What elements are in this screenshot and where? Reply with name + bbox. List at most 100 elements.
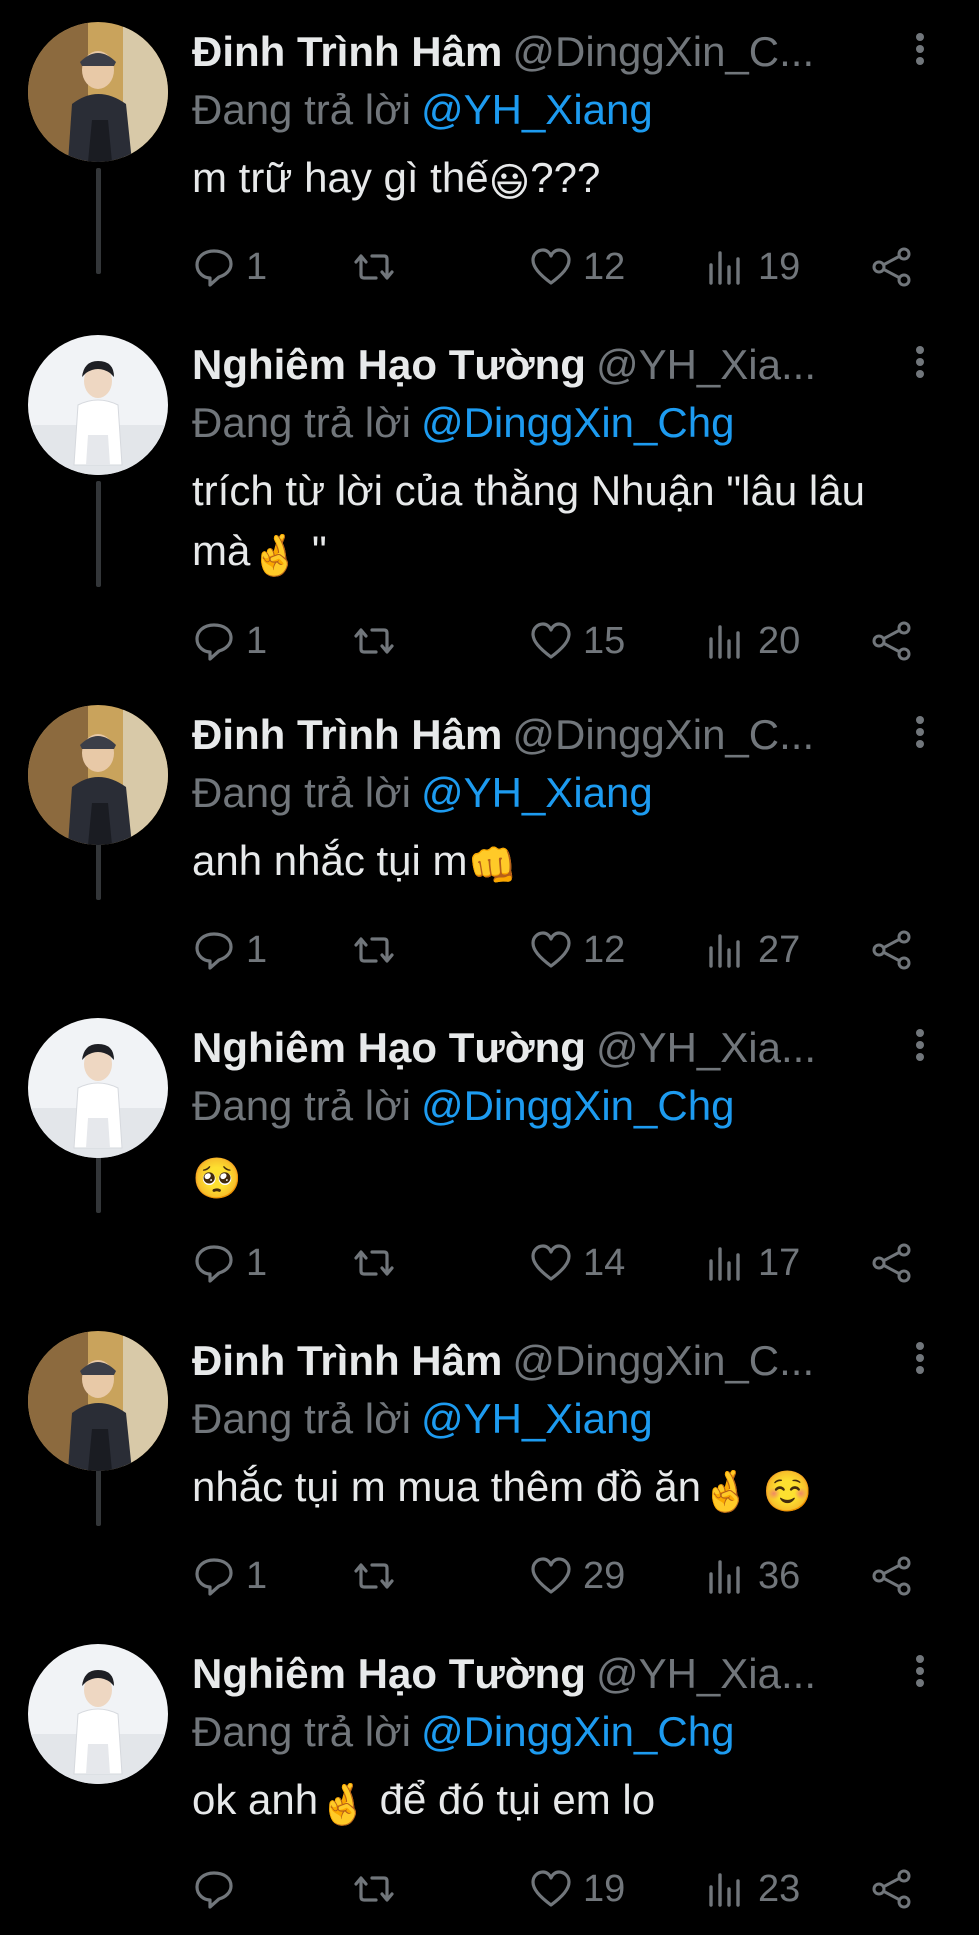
retweet-button[interactable] — [352, 1238, 406, 1288]
user-handle[interactable]: @DinggXin_C... — [512, 1337, 814, 1384]
share-button[interactable] — [870, 1238, 914, 1288]
avatar[interactable] — [28, 1018, 168, 1158]
user-handle[interactable]: @DinggXin_C... — [512, 711, 814, 758]
replying-to-handle[interactable]: @DinggXin_Chg — [421, 1082, 734, 1129]
replying-to-handle[interactable]: @DinggXin_Chg — [421, 1708, 734, 1755]
tweet[interactable]: Nghiêm Hạo Tường @YH_Xia... Đang trả lời @… — [0, 313, 979, 662]
views-button[interactable]: 23 — [704, 1864, 800, 1914]
retweet-button[interactable] — [352, 616, 406, 666]
like-button[interactable]: 29 — [529, 1551, 625, 1601]
retweet-icon — [354, 628, 394, 654]
tweet-text: trích từ lời của thằng Nhuận "lâu lâu mà… — [192, 461, 932, 581]
views-button[interactable]: 27 — [704, 925, 800, 975]
display-name[interactable]: Nghiêm Hạo Tường — [192, 341, 586, 388]
views-count: 36 — [758, 1554, 801, 1597]
pleading-face-emoji: 🥺 — [192, 1156, 242, 1202]
tweet[interactable]: Đinh Trình Hâm @DinggXin_C... Đang trả lờ… — [0, 0, 979, 313]
retweet-button[interactable] — [352, 242, 406, 292]
share-button[interactable] — [870, 925, 914, 975]
retweet-icon — [354, 1563, 394, 1589]
reply-button[interactable]: 1 — [192, 1551, 267, 1601]
user-handle[interactable]: @DinggXin_C... — [512, 28, 814, 75]
more-options-icon[interactable] — [905, 1339, 935, 1383]
heart-icon — [531, 248, 571, 285]
reply-button[interactable]: 1 — [192, 1238, 267, 1288]
retweet-button[interactable] — [352, 1864, 406, 1914]
tweet-actions: 19 23 — [192, 1864, 932, 1914]
avatar[interactable] — [28, 1644, 168, 1784]
heart-icon — [531, 1244, 571, 1281]
views-button[interactable]: 20 — [704, 616, 800, 666]
replying-to-label: Đang trả lời — [192, 1708, 411, 1755]
share-button[interactable] — [870, 1864, 914, 1914]
reply-button[interactable]: 1 — [192, 242, 267, 292]
share-button[interactable] — [870, 242, 914, 292]
tweet[interactable]: Nghiêm Hạo Tường @YH_Xia... Đang trả lời @… — [0, 1622, 979, 1935]
display-name[interactable]: Đinh Trình Hâm — [192, 28, 502, 75]
share-icon — [872, 621, 911, 661]
like-button[interactable]: 15 — [529, 616, 625, 666]
replying-to-handle[interactable]: @YH_Xiang — [421, 86, 653, 133]
replying-to-label: Đang trả lời — [192, 399, 411, 446]
reply-button[interactable] — [192, 1864, 246, 1914]
reply-thread: Đinh Trình Hâm @DinggXin_C... Đang trả lờ… — [0, 0, 979, 1920]
tweet[interactable]: Nghiêm Hạo Tường @YH_Xia... Đang trả lời @… — [0, 996, 979, 1309]
share-button[interactable] — [870, 1551, 914, 1601]
reply-button[interactable]: 1 — [192, 616, 267, 666]
like-count: 14 — [583, 1241, 626, 1284]
share-icon — [872, 1869, 911, 1909]
like-count: 12 — [583, 928, 626, 971]
tweet-actions: 1 14 17 — [192, 1238, 932, 1288]
avatar[interactable] — [28, 1331, 168, 1471]
more-options-icon[interactable] — [905, 1026, 935, 1070]
views-chart-icon — [709, 1247, 740, 1281]
heart-icon — [531, 931, 571, 968]
more-options-icon[interactable] — [905, 1652, 935, 1696]
reply-icon — [195, 1245, 233, 1283]
display-name[interactable]: Đinh Trình Hâm — [192, 711, 502, 758]
avatar[interactable] — [28, 22, 168, 162]
replying-to: Đang trả lời @YH_Xiang — [192, 1391, 653, 1447]
heart-icon — [531, 1870, 571, 1907]
retweet-button[interactable] — [352, 1551, 406, 1601]
views-button[interactable]: 36 — [704, 1551, 800, 1601]
share-button[interactable] — [870, 616, 914, 666]
avatar[interactable] — [28, 705, 168, 845]
views-button[interactable]: 17 — [704, 1238, 800, 1288]
display-name[interactable]: Nghiêm Hạo Tường — [192, 1024, 586, 1071]
replying-to: Đang trả lời @YH_Xiang — [192, 82, 653, 138]
display-name[interactable]: Đinh Trình Hâm — [192, 1337, 502, 1384]
display-name[interactable]: Nghiêm Hạo Tường — [192, 1650, 586, 1697]
replying-to-handle[interactable]: @YH_Xiang — [421, 769, 653, 816]
replying-to-handle[interactable]: @YH_Xiang — [421, 1395, 653, 1442]
reply-button[interactable]: 1 — [192, 925, 267, 975]
more-options-icon[interactable] — [905, 713, 935, 757]
retweet-icon — [354, 937, 394, 963]
retweet-button[interactable] — [352, 925, 406, 975]
like-button[interactable]: 12 — [529, 925, 625, 975]
more-options-icon[interactable] — [905, 30, 935, 74]
like-button[interactable]: 14 — [529, 1238, 625, 1288]
views-chart-icon — [709, 1560, 740, 1594]
more-options-icon[interactable] — [905, 343, 935, 387]
views-button[interactable]: 19 — [704, 242, 800, 292]
replying-to-label: Đang trả lời — [192, 1395, 411, 1442]
user-handle[interactable]: @YH_Xia... — [596, 341, 816, 388]
avatar-dark-outfit-icon — [28, 22, 168, 162]
tweet[interactable]: Đinh Trình Hâm @DinggXin_C... Đang trả lờ… — [0, 1309, 979, 1622]
like-count: 12 — [583, 245, 626, 288]
tweet-header: Đinh Trình Hâm @DinggXin_C... — [192, 1331, 892, 1391]
tweet-text-part: anh nhắc tụi m — [192, 837, 468, 884]
retweet-icon — [354, 254, 394, 280]
like-button[interactable]: 19 — [529, 1864, 625, 1914]
replying-to-label: Đang trả lời — [192, 86, 411, 133]
share-icon — [872, 1243, 911, 1283]
user-handle[interactable]: @YH_Xia... — [596, 1650, 816, 1697]
like-count: 29 — [583, 1554, 626, 1597]
like-button[interactable]: 12 — [529, 242, 625, 292]
views-count: 17 — [758, 1241, 801, 1284]
avatar[interactable] — [28, 335, 168, 475]
user-handle[interactable]: @YH_Xia... — [596, 1024, 816, 1071]
replying-to-handle[interactable]: @DinggXin_Chg — [421, 399, 734, 446]
tweet[interactable]: Đinh Trình Hâm @DinggXin_C... Đang trả lờ… — [0, 683, 979, 996]
